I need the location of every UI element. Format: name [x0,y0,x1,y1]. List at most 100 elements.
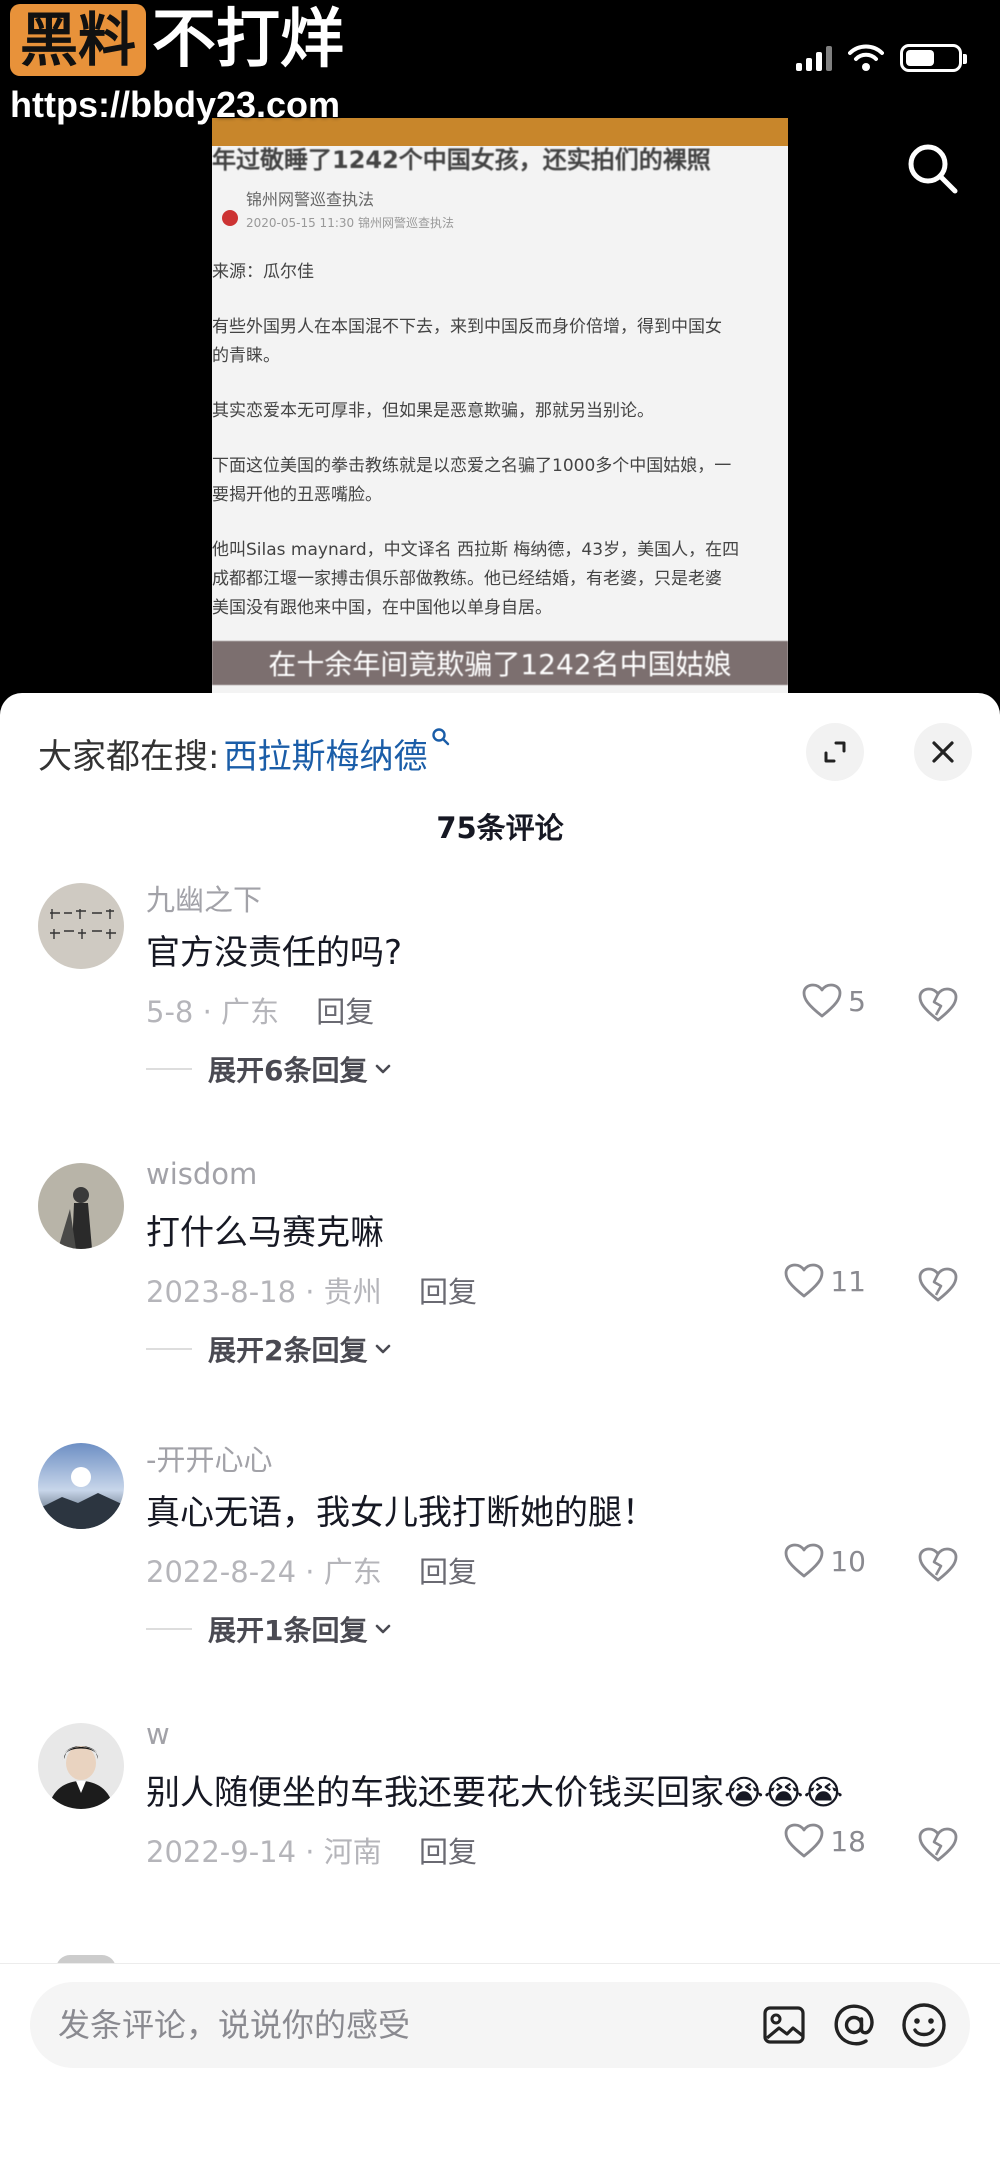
wifi-icon [848,44,884,71]
watermark: 黑料 不打烊 https://bbdy23.com [10,2,344,126]
avatar[interactable] [38,1443,124,1529]
reply-button[interactable]: 回复 [419,1835,477,1869]
reply-button[interactable]: 回复 [316,995,374,1029]
heart-icon [784,1263,824,1298]
heart-icon [784,1543,824,1578]
comment-text: 别人随便坐的车我还要花大价钱买回家😭😭😭 [146,1773,844,1813]
dislike-button[interactable] [918,1547,958,1587]
article-paragraph: 来源：瓜尔佳 [212,262,314,282]
expand-replies-label: 展开1条回复 [208,1614,368,1647]
hot-search-label: 大家都在搜: [38,737,220,777]
dislike-button[interactable] [918,1827,958,1867]
comment-item: w 别人随便坐的车我还要花大价钱买回家😭😭😭 2022-9-14 · 河南 回复… [0,1709,1000,1989]
comment-input-box[interactable] [30,1982,970,2068]
hot-search[interactable]: 大家都在搜: 西拉斯梅纳德 [38,728,451,778]
comment-item: 九幽之下 官方没责任的吗? 5-8 · 广东 回复 5 展开6条回复 [0,869,1000,1149]
expand-replies-button[interactable]: 展开6条回复 [146,1049,393,1089]
search-icon [432,728,450,746]
like-count: 18 [830,1824,866,1858]
chevron-down-icon [376,1344,391,1354]
expand-button[interactable] [806,723,864,781]
like-button[interactable]: 10 [784,1543,866,1579]
expand-replies-button[interactable]: 展开2条回复 [146,1329,393,1369]
signal-icon [796,45,832,71]
heart-icon [784,1823,824,1858]
chevron-down-icon [376,1624,391,1634]
expand-replies-button[interactable]: 展开1条回复 [146,1609,393,1649]
watermark-url: https://bbdy23.com [10,84,341,125]
dislike-button[interactable] [918,987,958,1027]
search-icon [908,144,958,194]
hot-search-link[interactable]: 西拉斯梅纳德 [223,728,451,778]
comment-username[interactable]: w [146,1717,170,1751]
comment-date-location: 2023-8-18 · 贵州 [146,1275,382,1309]
comment-sheet: 大家都在搜: 西拉斯梅纳德 75条评论 九幽之下 官方没责任的吗? 5-8 · … [0,693,1000,2163]
video-frame-article: 年过敬睡了1242个中国女孩，还实拍们的裸照 锦州网警巡查执法 2020-05-… [212,118,788,693]
article-date: 2020-05-15 11:30 锦州网警巡查执法 [246,216,454,230]
comment-input-bar [0,1963,1000,2163]
article-paragraph: 成都都江堰一家搏击俱乐部做教练。他已经结婚，有老婆，只是老婆 [212,569,722,589]
close-icon [932,741,954,763]
article-paragraph: 的青睐。 [212,346,280,366]
emoji-button[interactable] [900,2001,948,2049]
mention-button[interactable] [830,2001,878,2049]
comment-meta: 5-8 · 广东 回复 [146,989,374,1031]
expand-replies-label: 展开2条回复 [208,1334,368,1367]
article-headline: 年过敬睡了1242个中国女孩，还实拍们的裸照 [212,146,711,174]
like-count: 5 [848,984,866,1018]
comment-text: 真心无语，我女儿我打断她的腿！ [146,1493,656,1533]
article-paragraph: 有些外国男人在本国混不下去，来到中国反而身价倍增，得到中国女 [212,317,722,337]
heart-icon [802,983,842,1018]
reply-button[interactable]: 回复 [419,1275,477,1309]
like-button[interactable]: 18 [784,1823,866,1859]
broken-heart-icon [918,1267,958,1302]
status-icons [796,44,967,72]
battery-icon [900,44,967,72]
expand-replies-label: 展开6条回复 [208,1054,368,1087]
image-icon [763,2006,805,2044]
article-paragraph: 下面这位美国的拳击教练就是以恋爱之名骗了1000多个中国姑娘，一 [212,456,732,476]
broken-heart-icon [918,1547,958,1582]
comment-username[interactable]: 九幽之下 [146,877,262,919]
video-player[interactable]: 黑料 不打烊 https://bbdy23.com 年过敬睡了1242个中国女孩… [0,0,1000,700]
comment-item: wisdom 打什么马赛克嘛 2023-8-18 · 贵州 回复 11 展开2条… [0,1149,1000,1429]
comment-text: 官方没责任的吗? [146,933,403,973]
like-button[interactable]: 11 [784,1263,866,1299]
comment-text: 打什么马赛克嘛 [146,1213,384,1253]
image-button[interactable] [760,2001,808,2049]
comment-meta: 2022-8-24 · 广东 回复 [146,1549,477,1591]
watermark-brand: 不打烊 [152,3,345,77]
comment-date-location: 2022-9-14 · 河南 [146,1835,382,1869]
like-count: 10 [830,1544,866,1578]
comment-username[interactable]: -开开心心 [146,1437,272,1479]
article-paragraph: 其实恋爱本无可厚非，但如果是恶意欺骗，那就另当别论。 [212,401,654,421]
close-button[interactable] [914,723,972,781]
watermark-badge: 黑料 [10,4,147,76]
avatar[interactable] [38,1163,124,1249]
dislike-button[interactable] [918,1267,958,1307]
comment-username[interactable]: wisdom [146,1157,257,1191]
article-author-row: 锦州网警巡查执法 2020-05-15 11:30 锦州网警巡查执法 [222,186,454,231]
author-logo-icon [222,210,238,226]
avatar[interactable] [38,1723,124,1809]
video-subtitle: 在十余年间竟欺骗了1242名中国姑娘 [212,641,788,685]
search-button[interactable] [902,138,962,198]
comment-meta: 2023-8-18 · 贵州 回复 [146,1269,477,1311]
comment-meta: 2022-9-14 · 河南 回复 [146,1829,477,1871]
comment-date-location: 2022-8-24 · 广东 [146,1555,382,1589]
comment-count: 75条评论 [436,811,564,845]
at-icon [834,2004,874,2046]
reply-button[interactable]: 回复 [419,1555,477,1589]
emoji-icon [902,2003,946,2047]
comment-input[interactable] [58,1982,678,2068]
sheet-header: 大家都在搜: 西拉斯梅纳德 75条评论 [0,693,1000,869]
like-count: 11 [830,1264,866,1298]
article-author: 锦州网警巡查执法 [246,190,375,209]
avatar[interactable] [38,883,124,969]
broken-heart-icon [918,987,958,1022]
like-button[interactable]: 5 [802,983,866,1019]
article-paragraph: 美国没有跟他来中国，在中国他以单身自居。 [212,598,552,618]
article-body: 来源：瓜尔佳 有些外国男人在本国混不下去，来到中国反而身价倍增，得到中国女 的青… [212,258,784,649]
article-paragraph: 他叫Silas maynard，中文译名 西拉斯 梅纳德，43岁，美国人，在四 [212,540,740,560]
article-paragraph: 要揭开他的丑恶嘴脸。 [212,485,382,505]
